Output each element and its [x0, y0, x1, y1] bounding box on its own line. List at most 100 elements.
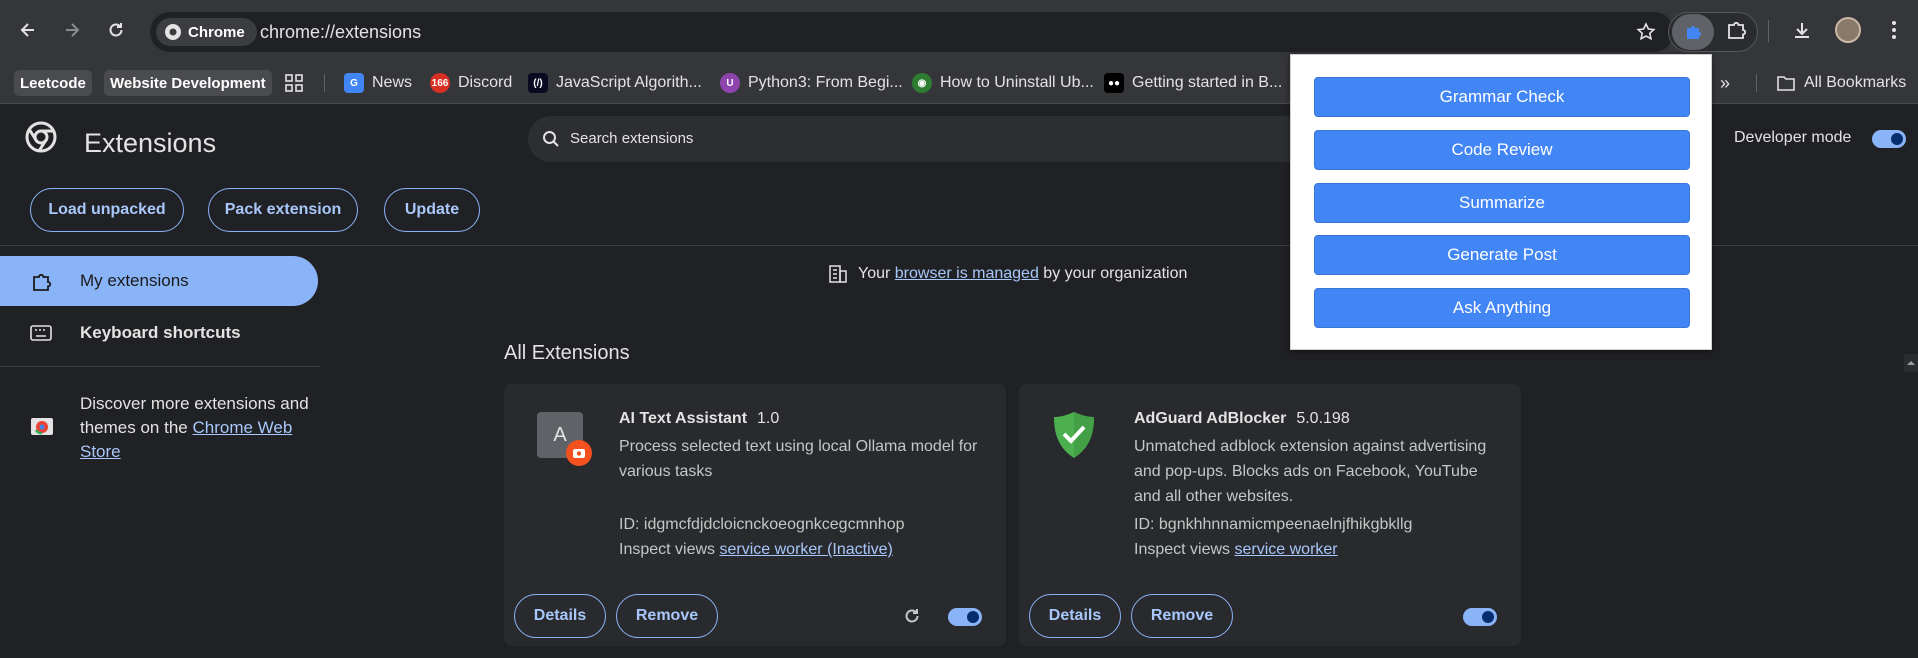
bookmark-label: JavaScript Algorith...	[556, 74, 702, 91]
inspect-views: Inspect views service worker (Inactive)	[619, 541, 893, 559]
reload-button[interactable]	[98, 12, 134, 48]
google-news-icon: G	[344, 73, 364, 93]
details-button[interactable]: Details	[1029, 594, 1121, 638]
puzzle-piece-icon	[1728, 21, 1747, 39]
extension-icon-letter: A	[553, 423, 567, 446]
bookmark-uninstall-ubuntu[interactable]: ◉ How to Uninstall Ub...	[912, 70, 1094, 96]
scrollbar-up-arrow-icon[interactable]	[1904, 354, 1918, 372]
remove-button[interactable]: Remove	[616, 594, 718, 638]
discover-text: Discover more extensions and themes on t…	[80, 392, 320, 464]
chrome-logo-icon	[165, 24, 181, 40]
puzzle-icon	[1687, 26, 1701, 39]
forward-arrow-icon	[66, 23, 80, 37]
search-extensions-input[interactable]: Search extensions	[528, 116, 1308, 162]
developer-mode-toggle[interactable]	[1872, 130, 1906, 148]
back-arrow-icon	[20, 23, 34, 37]
inspect-prefix: Inspect views	[1134, 541, 1235, 558]
bookmarks-divider-2	[1756, 74, 1757, 92]
policy-badge-icon	[566, 440, 592, 466]
page-title: Extensions	[84, 128, 217, 158]
more-bookmarks-button[interactable]: »	[1720, 70, 1730, 96]
extension-name-text: AI Text Assistant	[619, 410, 748, 427]
bookmark-getting-started[interactable]: ●● Getting started in B...	[1104, 70, 1282, 96]
summarize-button[interactable]: Summarize	[1314, 183, 1690, 223]
camera-icon	[573, 449, 585, 458]
udemy-icon: U	[720, 73, 740, 93]
bookmark-javascript-algorithms[interactable]: (/) JavaScript Algorith...	[528, 70, 702, 96]
inspect-views: Inspect views service worker	[1134, 541, 1338, 559]
adguard-shield-icon	[1054, 412, 1094, 458]
bookmark-discord[interactable]: 166 Discord	[430, 70, 512, 96]
extension-name: AdGuard AdBlocker 5.0.198	[1134, 410, 1350, 428]
grammar-check-button[interactable]: Grammar Check	[1314, 77, 1690, 117]
keyboard-icon	[30, 325, 52, 341]
extension-version: 5.0.198	[1296, 410, 1350, 427]
bookmark-star-button[interactable]	[1632, 18, 1660, 46]
extension-card-adguard: AdGuard AdBlocker 5.0.198 Unmatched adblo…	[1019, 384, 1521, 646]
profile-button[interactable]	[1830, 12, 1866, 48]
bookmark-label: Discord	[458, 74, 513, 91]
bookmark-label: How to Uninstall Ub...	[940, 74, 1094, 91]
apps-grid-icon	[285, 74, 303, 92]
ai-text-assistant-toolbar-button[interactable]	[1672, 14, 1714, 50]
service-worker-link[interactable]: service worker (Inactive)	[719, 541, 892, 558]
inspect-prefix: Inspect views	[619, 541, 720, 558]
chrome-menu-button[interactable]	[1876, 12, 1912, 48]
generate-post-button[interactable]: Generate Post	[1314, 235, 1690, 275]
pack-extension-button[interactable]: Pack extension	[208, 188, 358, 232]
extension-enable-toggle[interactable]	[1463, 608, 1497, 626]
sidebar-item-label: My extensions	[80, 271, 189, 290]
browser-toolbar: Chrome chrome://extensions	[0, 0, 1918, 62]
medium-icon: ●●	[1104, 73, 1124, 93]
extensions-menu-button[interactable]	[1718, 12, 1754, 48]
extension-description: Unmatched adblock extension against adve…	[1134, 438, 1487, 505]
site-chip-label: Chrome	[188, 23, 245, 41]
site-chip[interactable]: Chrome	[156, 18, 257, 46]
address-bar[interactable]: Chrome chrome://extensions	[150, 12, 1674, 52]
chrome-logo-icon	[25, 121, 57, 153]
bookmark-python3[interactable]: U Python3: From Begi...	[720, 70, 903, 96]
sidebar-item-keyboard-shortcuts[interactable]: Keyboard shortcuts	[0, 308, 318, 358]
discord-icon: 166	[430, 73, 450, 93]
star-icon	[1636, 22, 1656, 41]
all-bookmarks-button[interactable]: All Bookmarks	[1776, 70, 1906, 96]
bookmark-label: Python3: From Begi...	[748, 74, 903, 91]
toolbar-divider	[1768, 20, 1769, 42]
avatar	[1835, 17, 1861, 43]
bookmarks-divider	[324, 74, 325, 92]
search-icon	[543, 131, 559, 147]
code-review-button[interactable]: Code Review	[1314, 130, 1690, 170]
sidebar-item-my-extensions[interactable]: My extensions	[0, 256, 318, 306]
load-unpacked-button[interactable]: Load unpacked	[30, 188, 184, 232]
ask-anything-button[interactable]: Ask Anything	[1314, 288, 1690, 328]
folder-icon	[1777, 76, 1795, 91]
reload-extension-icon[interactable]	[902, 606, 922, 626]
developer-mode-label: Developer mode	[1734, 129, 1852, 146]
update-button[interactable]: Update	[384, 188, 480, 232]
extension-name-text: AdGuard AdBlocker	[1134, 410, 1287, 427]
service-worker-link[interactable]: service worker	[1234, 541, 1337, 558]
downloads-button[interactable]	[1784, 12, 1820, 48]
forward-button[interactable]	[54, 12, 90, 48]
extension-name: AI Text Assistant 1.0	[619, 410, 779, 428]
bookmark-leetcode[interactable]: Leetcode	[14, 70, 92, 96]
remove-button[interactable]: Remove	[1131, 594, 1233, 638]
sidebar-item-label: Keyboard shortcuts	[80, 323, 241, 342]
details-button[interactable]: Details	[514, 594, 606, 638]
back-button[interactable]	[10, 12, 46, 48]
managed-notice: Your browser is managed by your organiza…	[828, 264, 1187, 284]
bookmark-label: News	[372, 74, 413, 91]
more-vertical-icon	[1892, 21, 1896, 39]
download-icon	[1795, 23, 1809, 38]
bookmark-news[interactable]: G News	[344, 70, 412, 96]
apps-grid-button[interactable]	[284, 70, 304, 96]
managed-prefix: Your	[858, 265, 895, 282]
extension-enable-toggle[interactable]	[948, 608, 982, 626]
browser-managed-link[interactable]: browser is managed	[895, 265, 1039, 282]
globe-icon: ◉	[912, 73, 932, 93]
puzzle-piece-icon	[33, 273, 52, 291]
freecodecamp-icon: (/)	[528, 73, 548, 93]
extension-version: 1.0	[757, 410, 780, 427]
url-text[interactable]: chrome://extensions	[260, 22, 421, 43]
bookmark-website-development[interactable]: Website Development	[104, 70, 272, 96]
